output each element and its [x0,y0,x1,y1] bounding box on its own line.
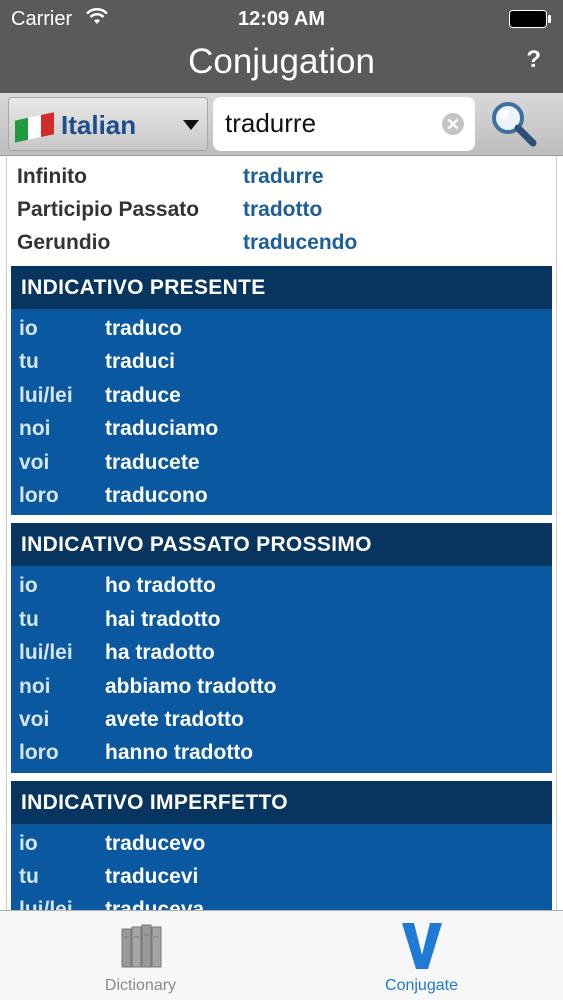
conjugation-row: voi traducete [11,443,552,476]
status-bar: Carrier 12:09 AM [0,0,563,40]
basic-form-value: tradotto [243,198,323,221]
basic-form-label: Infinito [17,165,87,188]
basic-form-value: traducendo [243,231,358,254]
tense-sections: INDICATIVO PRESENTE io traduco tu traduci lui… [7,266,556,910]
search-input[interactable] [225,108,435,139]
conjugated-form: abbiamo tradotto [105,674,277,698]
conjugation-row: io ho tradotto [11,566,552,599]
conjugated-form: traducevi [105,865,199,889]
italy-flag-icon [15,112,54,143]
pronoun-label: lui/lei [19,383,73,407]
conjugated-form: traduco [105,317,183,340]
conjugation-row: lui/lei traduceva [11,890,552,910]
search-toolbar: Italian [0,93,563,156]
conjugation-row: noi abbiamo tradotto [11,667,552,700]
pronoun-label: voi [19,450,50,474]
conjugated-form: traducete [105,450,200,474]
battery-icon [509,10,551,28]
pronoun-label: tu [19,607,39,631]
app-header: Carrier 12:09 AM Conjugation ? [0,0,563,93]
conjugation-row: loro hanno tradotto [11,733,552,766]
conjugated-form: hai tradotto [105,607,221,631]
v-icon [402,923,442,969]
tense-section-title: INDICATIVO PRESENTE [11,266,552,309]
basic-form-row: Gerundio traducendo [7,223,556,256]
clear-icon[interactable] [441,112,465,136]
language-label: Italian [61,110,137,140]
basic-form-label: Gerundio [17,231,111,254]
tab-conjugate-label: Conjugate [385,977,458,994]
help-button[interactable]: ? [526,44,541,76]
pronoun-label: io [19,317,38,340]
conjugation-list[interactable]: Infinito tradurre Participio Passato tradot… [6,157,557,910]
conjugation-row: voi avete tradotto [11,700,552,733]
pronoun-label: noi [19,674,51,698]
conjugation-row: io traducevo [11,824,552,857]
conjugation-row: tu hai tradotto [11,600,552,633]
pronoun-label: io [19,831,38,855]
basic-form-row: Participio Passato tradotto [7,190,556,223]
conjugated-form: avete tradotto [105,707,244,731]
pronoun-label: tu [19,350,39,374]
tense-section-title: INDICATIVO IMPERFETTO [11,780,552,824]
pronoun-label: voi [19,707,50,731]
conjugation-row: lui/lei traduce [11,376,552,409]
chevron-down-icon [183,120,199,130]
pronoun-label: loro [19,483,59,507]
tense-section-title: INDICATIVO PASSATO PROSSIMO [11,523,552,567]
tense-section: INDICATIVO PASSATO PROSSIMO io ho tradotto… [11,523,552,773]
pronoun-label: tu [19,865,39,889]
conjugated-form: traduci [105,350,176,374]
language-select[interactable]: Italian [8,97,208,151]
tab-conjugate[interactable]: Conjugate [281,911,562,1000]
basic-form-label: Participio Passato [17,198,200,221]
tab-bar: Dictionary Conjugate [0,910,563,1000]
basic-form-row: Infinito tradurre [7,157,556,190]
tab-dictionary-label: Dictionary [104,977,177,994]
conjugated-form: ho tradotto [105,574,216,598]
pronoun-label: loro [19,741,59,765]
conjugated-form: traducevo [105,831,206,855]
search-icon[interactable] [488,99,538,149]
conjugated-form: traducono [105,483,208,507]
conjugated-form: traduce [105,383,181,407]
pronoun-label: lui/lei [19,641,73,665]
conjugated-form: traduciamo [105,417,219,441]
page-title: Conjugation [188,42,375,81]
pronoun-label: noi [19,417,51,441]
conjugation-row: io traduco [11,309,552,342]
basic-form-value: tradurre [243,165,324,188]
conjugation-row: loro traducono [11,476,552,509]
conjugated-form: ha tradotto [105,641,215,665]
tense-section: INDICATIVO PRESENTE io traduco tu traduci lui… [11,266,552,516]
conjugated-form: traduceva [105,898,205,910]
books-icon [121,924,162,968]
conjugation-row: lui/lei ha tradotto [11,633,552,666]
status-time: 12:09 AM [237,8,326,30]
basic-forms: Infinito tradurre Participio Passato tradot… [7,157,556,266]
conjugated-form: hanno tradotto [105,741,254,765]
conjugation-row: noi traduciamo [11,409,552,442]
pronoun-label: lui/lei [19,898,73,910]
tab-dictionary[interactable]: Dictionary [0,911,281,1000]
conjugation-row: tu traducevi [11,857,552,890]
tense-section: INDICATIVO IMPERFETTO io traducevo tu traduc… [11,780,552,910]
pronoun-label: io [19,574,38,598]
conjugation-row: tu traduci [11,342,552,375]
search-field[interactable] [213,97,475,151]
